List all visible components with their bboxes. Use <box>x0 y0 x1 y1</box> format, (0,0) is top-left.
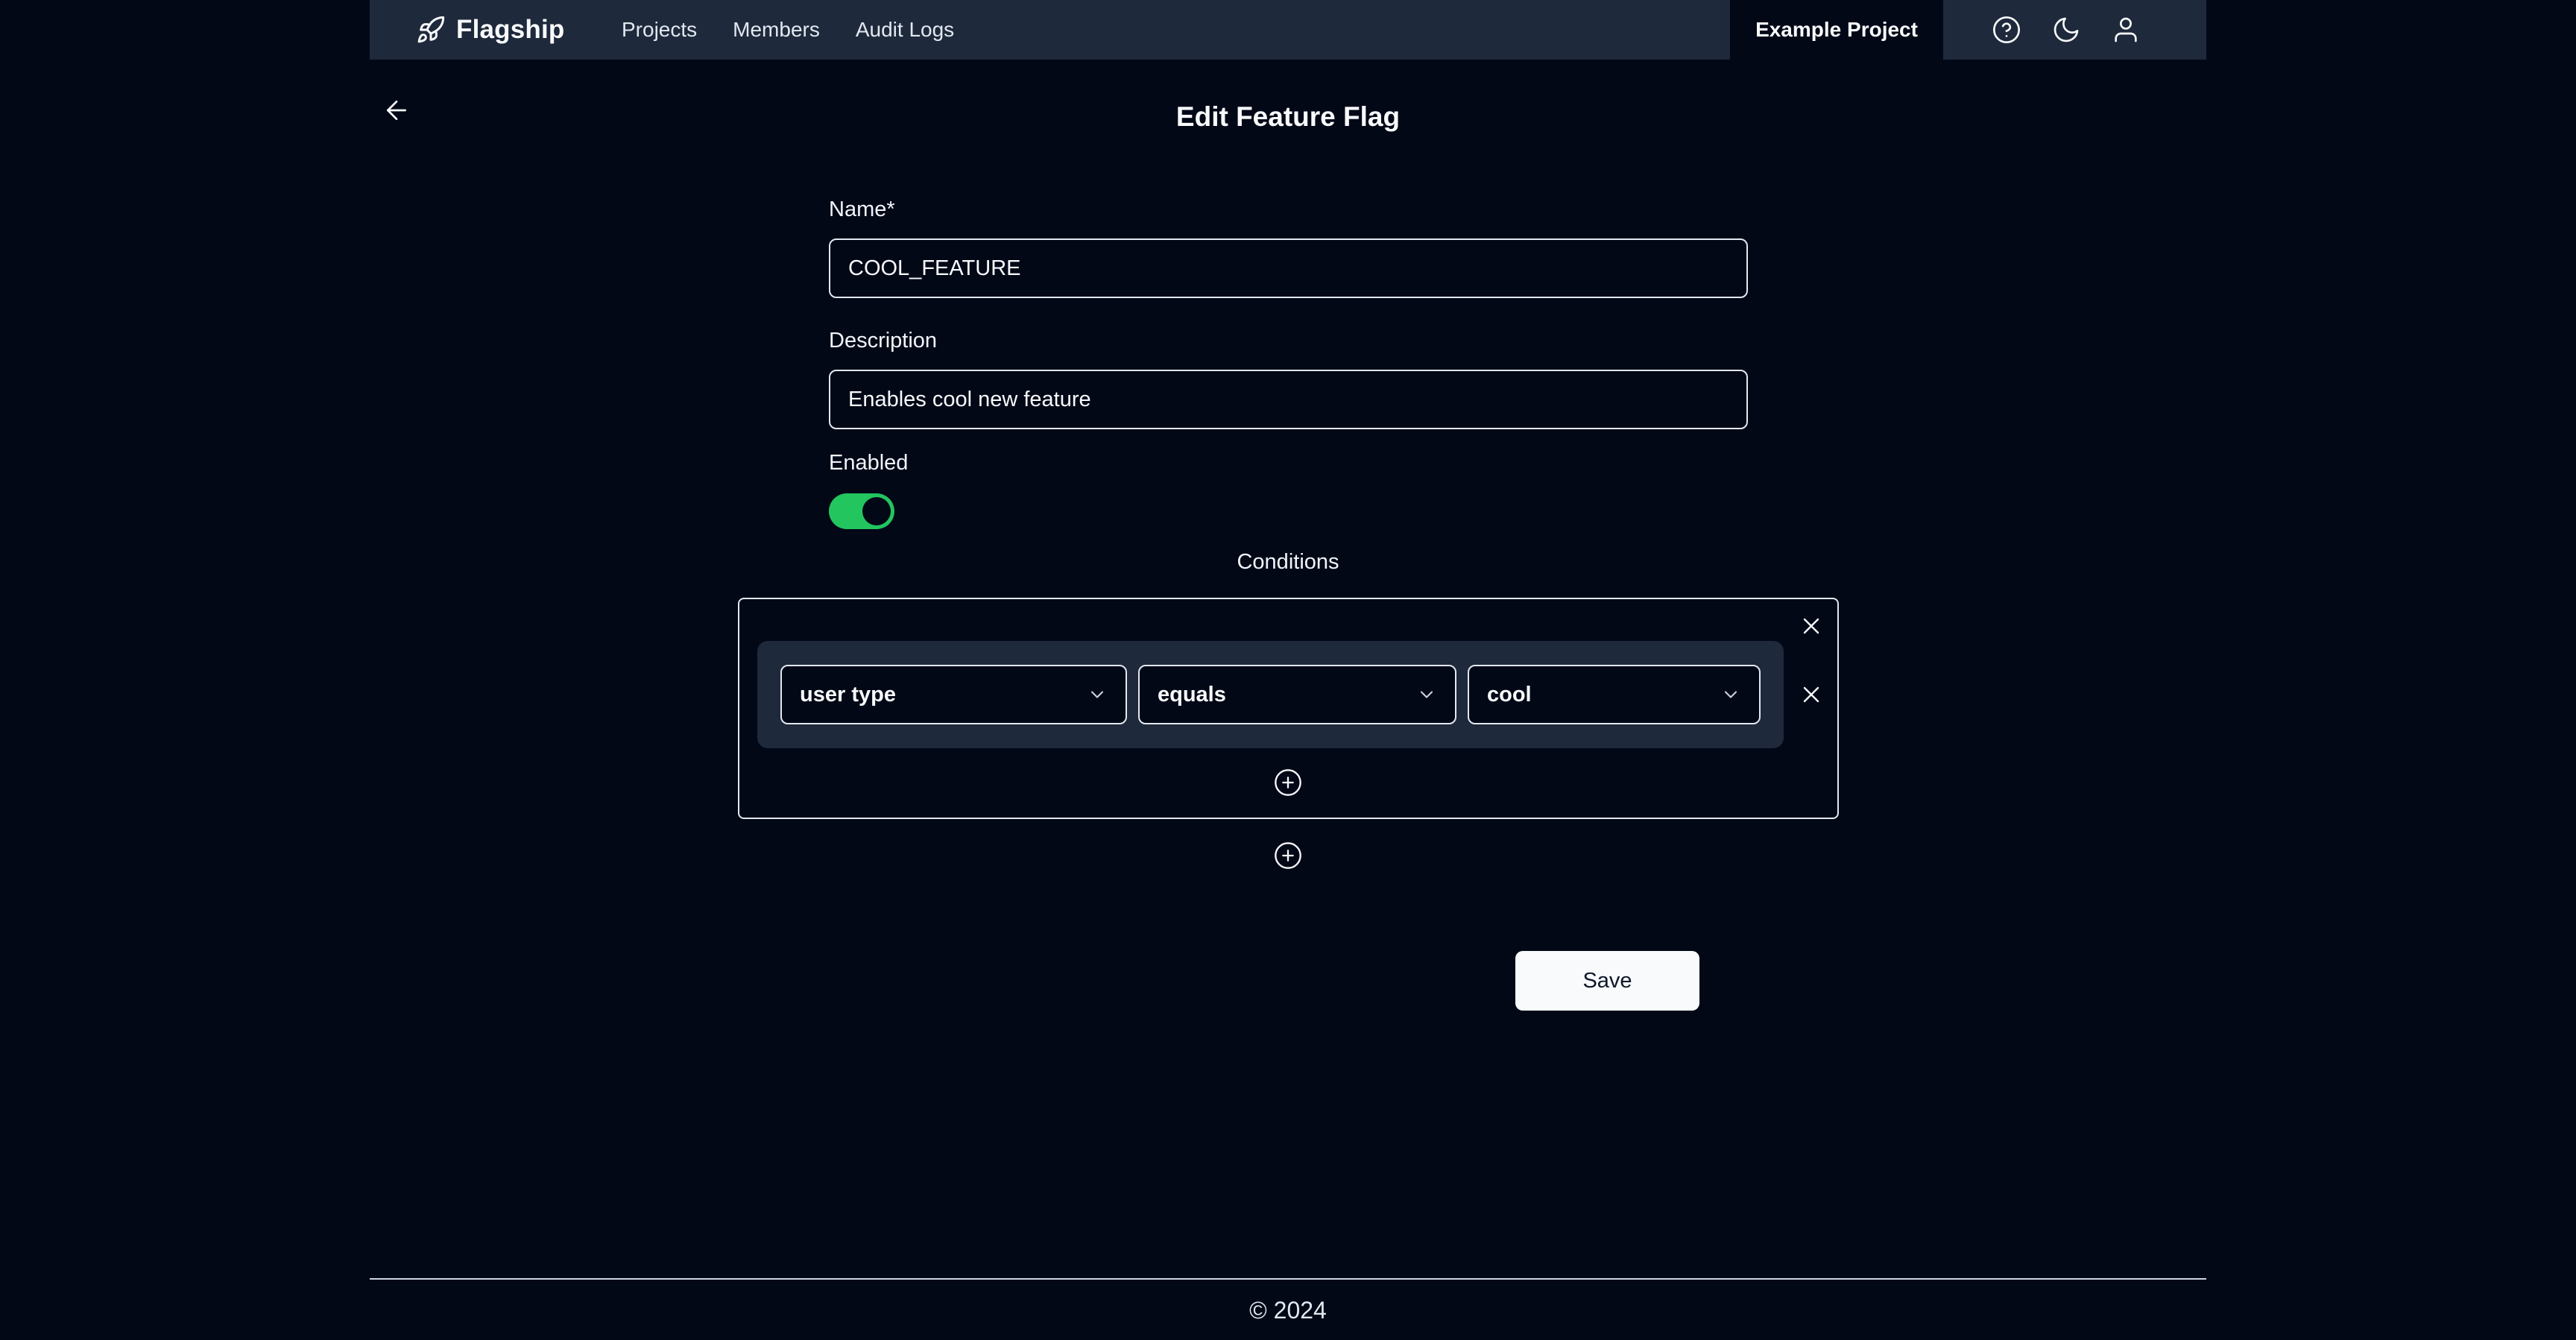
footer-copyright: © 2024 <box>1249 1297 1327 1324</box>
enabled-toggle[interactable] <box>829 493 894 529</box>
brand[interactable]: Flagship <box>416 0 565 60</box>
chevron-down-icon <box>1720 684 1741 705</box>
enabled-label: Enabled <box>829 451 909 475</box>
add-condition-plus-circle-icon[interactable] <box>1273 768 1303 797</box>
user-icon[interactable] <box>2111 15 2141 45</box>
header-actions <box>1992 0 2141 60</box>
help-circle-icon[interactable] <box>1992 15 2021 45</box>
page: Flagship Projects Members Audit Logs Exa… <box>0 0 2576 1340</box>
attribute-select-value: user type <box>800 682 896 707</box>
save-button[interactable]: Save <box>1515 951 1699 1011</box>
moon-icon[interactable] <box>2051 15 2081 45</box>
add-group-plus-circle-icon[interactable] <box>1273 841 1303 870</box>
condition-group: user type equals cool <box>738 598 1839 819</box>
main-nav: Projects Members Audit Logs <box>622 0 954 60</box>
name-label: Name* <box>829 197 895 221</box>
remove-condition-close-icon[interactable] <box>1798 681 1825 708</box>
toggle-knob <box>862 497 891 525</box>
operator-select[interactable]: equals <box>1138 665 1456 724</box>
rocket-icon <box>416 15 446 45</box>
chevron-down-icon <box>1087 684 1108 705</box>
chevron-down-icon <box>1416 684 1437 705</box>
value-select-value: cool <box>1487 682 1532 707</box>
conditions-title: Conditions <box>1237 550 1339 574</box>
operator-select-value: equals <box>1158 682 1226 707</box>
value-select[interactable]: cool <box>1468 665 1761 724</box>
top-navbar: Flagship Projects Members Audit Logs Exa… <box>370 0 2206 60</box>
brand-name: Flagship <box>456 15 565 44</box>
attribute-select[interactable]: user type <box>780 665 1127 724</box>
page-title: Edit Feature Flag <box>1175 101 1401 132</box>
footer-divider <box>370 1278 2206 1280</box>
description-input[interactable] <box>829 370 1748 429</box>
description-label: Description <box>829 329 938 353</box>
remove-group-close-icon[interactable] <box>1798 613 1825 639</box>
nav-projects[interactable]: Projects <box>622 18 697 42</box>
nav-members[interactable]: Members <box>733 18 820 42</box>
condition-row: user type equals cool <box>757 641 1784 748</box>
project-switcher[interactable]: Example Project <box>1730 0 1943 60</box>
nav-audit-logs[interactable]: Audit Logs <box>856 18 954 42</box>
name-input[interactable] <box>829 238 1748 298</box>
